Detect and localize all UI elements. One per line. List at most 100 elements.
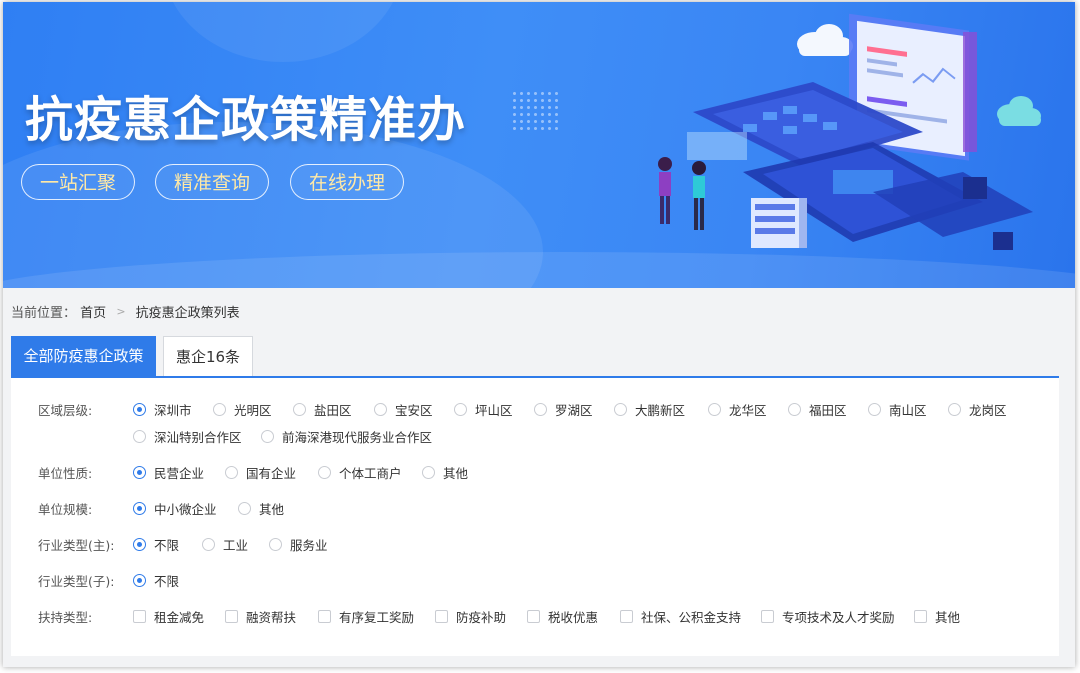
cloud-icon xyxy=(797,24,853,56)
radio-icon[interactable] xyxy=(293,403,306,416)
server-rack xyxy=(751,198,807,248)
radio-option[interactable]: 光明区 xyxy=(213,400,272,419)
pill-online-handling[interactable]: 在线办理 xyxy=(290,164,404,200)
radio-icon[interactable] xyxy=(788,403,801,416)
option-label: 工业 xyxy=(223,538,249,553)
option-label: 前海深港现代服务业合作区 xyxy=(282,430,433,445)
checkbox-option[interactable]: 税收优惠 xyxy=(527,607,598,626)
checkbox-option[interactable]: 租金减免 xyxy=(133,607,204,626)
radio-option[interactable]: 不限 xyxy=(133,571,179,590)
option-label: 不限 xyxy=(154,574,180,589)
radio-icon[interactable] xyxy=(269,538,282,551)
checkbox-icon[interactable] xyxy=(527,610,540,623)
radio-icon[interactable] xyxy=(374,403,387,416)
radio-option[interactable]: 龙岗区 xyxy=(948,400,1007,419)
radio-icon[interactable] xyxy=(454,403,467,416)
radio-icon[interactable] xyxy=(213,403,226,416)
tab-all-policies[interactable]: 全部防疫惠企政策 xyxy=(11,336,156,377)
radio-option[interactable]: 工业 xyxy=(202,535,248,554)
radio-icon[interactable] xyxy=(238,502,251,515)
cloud-icon xyxy=(997,96,1041,126)
radio-option[interactable]: 罗湖区 xyxy=(534,400,593,419)
radio-icon[interactable] xyxy=(708,403,721,416)
breadcrumb-home-link[interactable]: 首页 xyxy=(80,306,106,321)
option-label: 龙华区 xyxy=(729,403,767,418)
radio-option[interactable]: 坪山区 xyxy=(454,400,513,419)
option-label: 融资帮扶 xyxy=(246,610,297,625)
option-label: 防疫补助 xyxy=(456,610,507,625)
option-label: 深圳市 xyxy=(154,403,192,418)
radio-option[interactable]: 其他 xyxy=(422,463,468,482)
pill-one-stop[interactable]: 一站汇聚 xyxy=(21,164,135,200)
radio-option[interactable]: 龙华区 xyxy=(708,400,767,419)
radio-checked-icon[interactable] xyxy=(133,538,146,551)
radio-option[interactable]: 国有企业 xyxy=(225,463,296,482)
banner-illustration xyxy=(658,13,1041,250)
checkbox-option[interactable]: 其他 xyxy=(914,607,960,626)
radio-checked-icon[interactable] xyxy=(133,466,146,479)
checkbox-option[interactable]: 有序复工奖励 xyxy=(318,607,414,626)
radio-option[interactable]: 服务业 xyxy=(269,535,328,554)
tab-16-measures[interactable]: 惠企16条 xyxy=(163,336,253,377)
radio-option[interactable]: 前海深港现代服务业合作区 xyxy=(261,427,432,446)
filter-label: 行业类型(子): xyxy=(38,574,115,589)
breadcrumb-prefix: 当前位置： xyxy=(11,306,77,321)
option-label: 坪山区 xyxy=(475,403,513,418)
radio-option[interactable]: 个体工商户 xyxy=(318,463,402,482)
radio-icon[interactable] xyxy=(225,466,238,479)
radio-icon[interactable] xyxy=(133,430,146,443)
radio-option[interactable]: 宝安区 xyxy=(374,400,433,419)
pill-precise-query[interactable]: 精准查询 xyxy=(155,164,269,200)
option-label: 税收优惠 xyxy=(548,610,599,625)
radio-option[interactable]: 其他 xyxy=(238,499,284,518)
radio-option[interactable]: 不限 xyxy=(133,535,179,554)
radio-icon[interactable] xyxy=(868,403,881,416)
option-label: 其他 xyxy=(935,610,961,625)
radio-option[interactable]: 深圳市 xyxy=(133,400,192,419)
checkbox-icon[interactable] xyxy=(318,610,331,623)
option-label: 个体工商户 xyxy=(339,466,402,481)
decor-dots xyxy=(511,90,561,134)
radio-icon[interactable] xyxy=(202,538,215,551)
checkbox-icon[interactable] xyxy=(225,610,238,623)
radio-checked-icon[interactable] xyxy=(133,574,146,587)
option-label: 福田区 xyxy=(809,403,847,418)
radio-option[interactable]: 民营企业 xyxy=(133,463,204,482)
radio-checked-icon[interactable] xyxy=(133,502,146,515)
radio-option[interactable]: 盐田区 xyxy=(293,400,352,419)
filter-panel: 区域层级: 深圳市 光明区 盐田区 宝安区 坪山区 罗湖区 大鹏新区 龙华区 福… xyxy=(11,378,1059,656)
option-label: 不限 xyxy=(154,538,180,553)
radio-option[interactable]: 中小微企业 xyxy=(133,499,217,518)
person-figure xyxy=(658,157,672,224)
breadcrumb: 当前位置： 首页 > 抗疫惠企政策列表 xyxy=(11,302,240,321)
radio-icon[interactable] xyxy=(318,466,331,479)
checkbox-icon[interactable] xyxy=(435,610,448,623)
checkbox-option[interactable]: 社保、公积金支持 xyxy=(620,607,741,626)
radio-option[interactable]: 大鹏新区 xyxy=(614,400,685,419)
radio-option[interactable]: 深汕特别合作区 xyxy=(133,427,242,446)
checkbox-icon[interactable] xyxy=(620,610,633,623)
checkbox-option[interactable]: 专项技术及人才奖励 xyxy=(761,607,895,626)
radio-option[interactable]: 南山区 xyxy=(868,400,927,419)
checkbox-icon[interactable] xyxy=(133,610,146,623)
option-label: 深汕特别合作区 xyxy=(154,430,242,445)
checkbox-option[interactable]: 融资帮扶 xyxy=(225,607,296,626)
radio-checked-icon[interactable] xyxy=(133,403,146,416)
person-figure xyxy=(692,161,706,230)
option-label: 社保、公积金支持 xyxy=(641,610,742,625)
filter-label: 单位规模: xyxy=(38,502,93,517)
checkbox-icon[interactable] xyxy=(914,610,927,623)
banner-title: 抗疫惠企政策精准办 xyxy=(25,92,467,148)
radio-icon[interactable] xyxy=(422,466,435,479)
option-label: 其他 xyxy=(443,466,469,481)
radio-icon[interactable] xyxy=(534,403,547,416)
radio-option[interactable]: 福田区 xyxy=(788,400,847,419)
radio-icon[interactable] xyxy=(948,403,961,416)
page-frame: 抗疫惠企政策精准办 一站汇聚 精准查询 在线办理 当前位置： 首页 > 抗疫惠企… xyxy=(3,2,1075,667)
checkbox-icon[interactable] xyxy=(761,610,774,623)
checkbox-option[interactable]: 防疫补助 xyxy=(435,607,506,626)
radio-icon[interactable] xyxy=(261,430,274,443)
breadcrumb-current: 抗疫惠企政策列表 xyxy=(135,306,240,321)
option-label: 大鹏新区 xyxy=(635,403,686,418)
radio-icon[interactable] xyxy=(614,403,627,416)
